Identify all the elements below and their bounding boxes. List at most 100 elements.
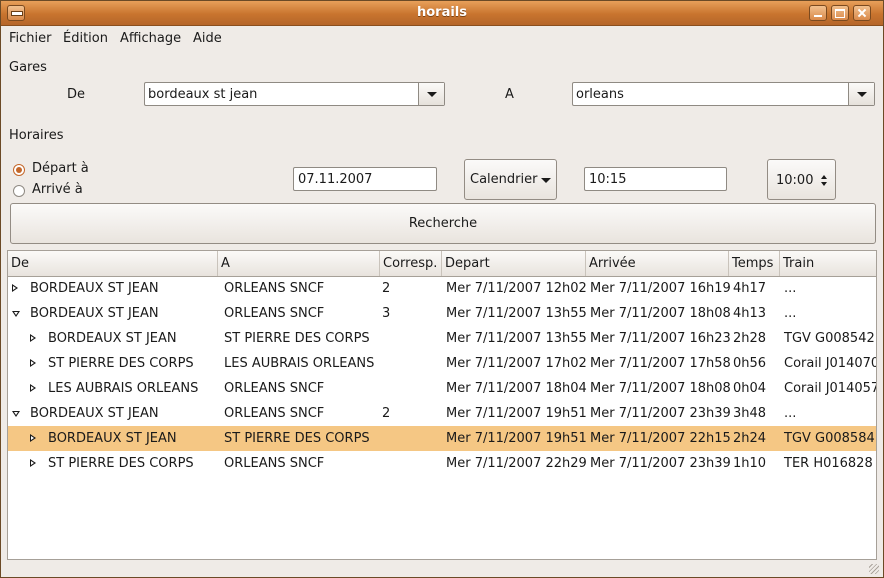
to-station-value: orleans [576,87,624,102]
table-cell: 4h13 [733,306,767,321]
minimize-icon[interactable] [809,5,827,21]
column-header-temps[interactable]: Temps [729,251,780,276]
table-cell: BORDEAUX ST JEAN [48,431,177,446]
table-row[interactable]: LES AUBRAIS ORLEANS ORLEANS SNCF Mer 7/11/… [8,376,876,401]
resize-grip-icon[interactable] [869,564,879,574]
table-cell: TER H016828 [784,456,873,471]
table-header: De A Corresp. Depart Arrivée Temps Train [8,251,876,277]
table-cell: ST PIERRE DES CORPS [224,331,370,346]
chevron-down-icon[interactable] [418,83,444,105]
spin-value: 10:00 [776,173,814,188]
status-bar [1,561,883,577]
date-value: 07.11.2007 [298,172,373,187]
gares-section-label: Gares [9,60,47,75]
column-header-label: Depart [445,256,490,271]
column-header-a[interactable]: A [218,251,380,276]
table-cell: 2h28 [733,331,767,346]
radio-depart[interactable] [13,164,25,176]
table-cell: Mer 7/11/2007 23h39 [590,456,731,471]
table-cell: 2h24 [733,431,767,446]
expander-closed-icon[interactable] [30,334,36,342]
menu-affichage[interactable]: Affichage [120,31,181,46]
calendar-button-label: Calendrier [470,172,538,187]
expander-closed-icon[interactable] [30,434,36,442]
table-cell: ... [784,306,797,321]
table-cell: 0h04 [733,381,767,396]
menu-aide[interactable]: Aide [193,31,222,46]
table-cell: Mer 7/11/2007 22h29 [446,456,587,471]
table-cell: ST PIERRE DES CORPS [48,456,194,471]
column-header-depart[interactable]: Depart [442,251,586,276]
table-cell: LES AUBRAIS ORLEANS [224,356,375,371]
from-station-value: bordeaux st jean [148,87,258,102]
radio-arrive[interactable] [13,185,25,197]
table-cell: BORDEAUX ST JEAN [48,331,177,346]
column-header-corresp[interactable]: Corresp. [380,251,442,276]
search-button-label: Recherche [408,216,478,231]
expander-closed-icon[interactable] [30,384,36,392]
table-cell: TGV G008584 [784,431,875,446]
table-cell: BORDEAUX ST JEAN [30,306,159,321]
maximize-icon[interactable] [831,5,849,21]
table-row[interactable]: BORDEAUX ST JEAN ST PIERRE DES CORPS Mer 7… [8,426,876,451]
title-bar[interactable]: horails [1,1,883,26]
chevron-down-icon[interactable] [848,83,874,105]
table-row[interactable]: ST PIERRE DES CORPS ORLEANS SNCF Mer 7/11/… [8,451,876,476]
to-station-combo[interactable]: orleans [572,82,875,106]
date-input[interactable]: 07.11.2007 [293,167,437,191]
table-cell: ORLEANS SNCF [224,281,325,296]
table-cell: Mer 7/11/2007 13h55 [446,306,587,321]
table-cell: Mer 7/11/2007 12h02 [446,281,587,296]
table-cell: ORLEANS SNCF [224,306,325,321]
window-title: horails [416,5,468,20]
table-row[interactable]: BORDEAUX ST JEAN ORLEANS SNCF 2 Mer 7/11/20… [8,401,876,426]
table-row[interactable]: ST PIERRE DES CORPS LES AUBRAIS ORLEANS Me… [8,351,876,376]
table-cell: ORLEANS SNCF [224,381,325,396]
table-cell: Mer 7/11/2007 17h02 [446,356,587,371]
expander-closed-icon[interactable] [12,284,18,292]
from-station-combo[interactable]: bordeaux st jean [144,82,445,106]
time-spin-button[interactable]: 10:00 [767,159,836,200]
time-value: 10:15 [589,172,627,187]
search-button[interactable]: Recherche [10,203,876,244]
to-label: A [505,87,514,102]
from-label: De [67,87,86,102]
menu-edition[interactable]: Édition [63,31,108,46]
calendar-button[interactable]: Calendrier [464,159,557,200]
table-row[interactable]: BORDEAUX ST JEAN ORLEANS SNCF 2 Mer 7/11/20… [8,276,876,301]
expander-closed-icon[interactable] [30,359,36,367]
results-table[interactable]: De A Corresp. Depart Arrivée Temps Train… [7,250,877,560]
table-cell: Mer 7/11/2007 16h19 [590,281,731,296]
table-cell: TGV G008542 [784,331,875,346]
table-cell: Mer 7/11/2007 18h04 [446,381,587,396]
column-header-arrivee[interactable]: Arrivée [586,251,729,276]
radio-depart-label[interactable]: Départ à [32,161,89,176]
table-row[interactable]: BORDEAUX ST JEAN ORLEANS SNCF 3 Mer 7/11/20… [8,301,876,326]
table-cell: ORLEANS SNCF [224,456,325,471]
table-cell: Mer 7/11/2007 18h08 [590,306,731,321]
table-cell: BORDEAUX ST JEAN [30,406,159,421]
radio-arrive-label[interactable]: Arrivé à [32,182,83,197]
chevron-down-icon [541,178,551,183]
table-cell: 2 [382,281,391,296]
column-header-label: A [221,256,230,271]
table-cell: Mer 7/11/2007 22h15 [590,431,731,446]
table-cell: ... [784,406,797,421]
expander-open-icon[interactable] [12,311,20,317]
table-cell: Mer 7/11/2007 23h39 [590,406,731,421]
table-cell: Mer 7/11/2007 19h51 [446,431,587,446]
spin-up-icon[interactable] [821,175,827,179]
column-header-de[interactable]: De [8,251,218,276]
table-cell: ... [784,281,797,296]
close-icon[interactable] [853,5,871,21]
table-cell: Mer 7/11/2007 18h08 [590,381,731,396]
column-header-train[interactable]: Train [780,251,876,276]
table-cell: 3 [382,306,391,321]
expander-open-icon[interactable] [12,411,20,417]
expander-closed-icon[interactable] [30,459,36,467]
table-row[interactable]: BORDEAUX ST JEAN ST PIERRE DES CORPS Mer 7… [8,326,876,351]
menu-fichier[interactable]: Fichier [9,31,52,46]
table-cell: Mer 7/11/2007 17h58 [590,356,731,371]
spin-down-icon[interactable] [821,182,827,186]
time-input[interactable]: 10:15 [584,167,727,191]
